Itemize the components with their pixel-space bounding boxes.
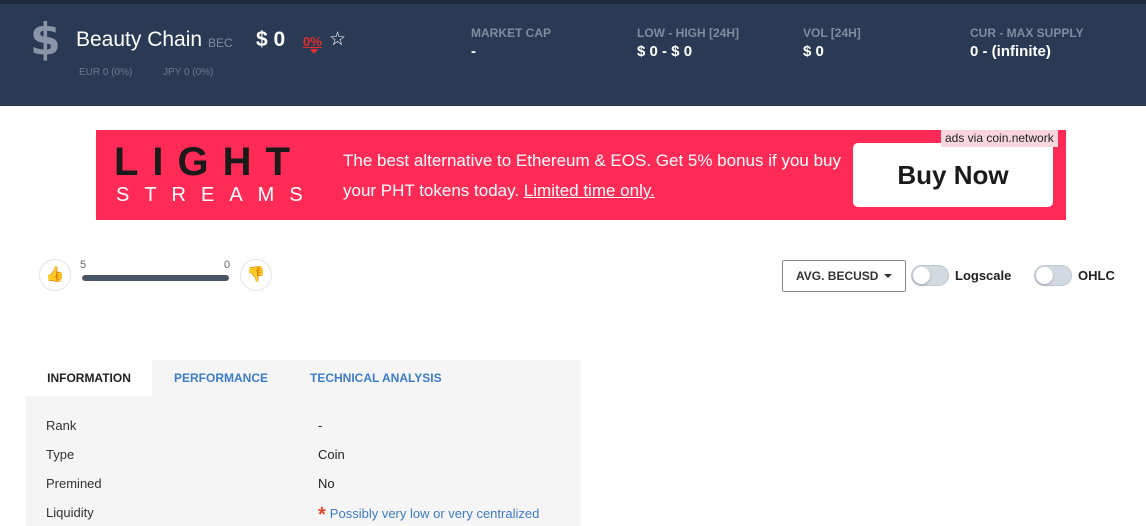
chevron-down-icon	[884, 274, 892, 278]
tab-information[interactable]: INFORMATION	[26, 360, 152, 396]
info-row-rank: Rank -	[26, 411, 581, 440]
information-panel: Rank - Type Coin Premined No Liquidity *…	[26, 396, 581, 526]
upvote-count: 5	[80, 259, 87, 271]
market-cap-label: MARKET CAP	[471, 26, 551, 40]
tab-performance[interactable]: PERFORMANCE	[174, 360, 268, 396]
ohlc-toggle[interactable]	[1034, 265, 1072, 286]
dollar-sign-icon: $	[30, 14, 61, 65]
info-value: * Possibly very low or very centralized	[318, 498, 539, 526]
toggle-knob	[1036, 267, 1053, 284]
ad-banner[interactable]: LIGHT STREAMS The best alternative to Et…	[96, 130, 1066, 220]
pair-select-value: AVG. BECUSD	[796, 269, 879, 283]
coin-price: $ 0	[256, 28, 286, 51]
info-value: -	[318, 418, 323, 433]
info-tabs: INFORMATION PERFORMANCE TECHNICAL ANALYS…	[26, 360, 581, 396]
volume-label: VOL [24H]	[803, 26, 861, 40]
ad-limited-time-link[interactable]: Limited time only.	[524, 181, 655, 200]
fx-eur-price: EUR 0 (0%)	[79, 67, 133, 78]
supply-value: 0 - (infinite)	[970, 43, 1051, 60]
info-value: Coin	[318, 447, 345, 462]
volume-value: $ 0	[803, 43, 824, 60]
header-top-border	[0, 0, 1146, 4]
tab-technical-analysis[interactable]: TECHNICAL ANALYSIS	[310, 360, 442, 396]
supply-label: CUR - MAX SUPPLY	[970, 26, 1084, 40]
ad-copy: The best alternative to Ethereum & EOS. …	[343, 146, 843, 206]
toggle-knob	[913, 267, 930, 284]
logscale-label: Logscale	[955, 268, 1012, 283]
ad-logo-wordmark-bottom: STREAMS	[116, 184, 318, 206]
pair-select-dropdown[interactable]: AVG. BECUSD	[782, 260, 906, 292]
ad-logo-wordmark-top: LIGHT	[114, 140, 304, 184]
ads-via-label[interactable]: ads via coin.network	[941, 130, 1058, 147]
vote-ratio-bar	[82, 275, 229, 281]
info-row-premined: Premined No	[26, 469, 581, 498]
info-row-type: Type Coin	[26, 440, 581, 469]
warning-asterisk-icon: *	[318, 504, 326, 526]
coin-symbol: BEC	[208, 36, 233, 50]
price-down-caret-icon	[310, 49, 318, 54]
logscale-toggle[interactable]	[911, 265, 949, 286]
info-row-liquidity: Liquidity * Possibly very low or very cen…	[26, 498, 581, 526]
price-change-percent: 0%	[303, 34, 322, 49]
ad-buy-now-button[interactable]: Buy Now	[853, 143, 1053, 207]
low-high-value: $ 0 - $ 0	[637, 43, 693, 60]
info-key: Premined	[46, 476, 102, 491]
info-key: Liquidity	[46, 505, 94, 520]
info-key: Rank	[46, 418, 77, 433]
fx-jpy-price: JPY 0 (0%)	[163, 67, 214, 78]
vote-ratio-fill	[82, 275, 229, 281]
downvote-count: 0	[224, 259, 231, 271]
star-outline-icon[interactable]: ☆	[329, 30, 346, 50]
market-cap-value: -	[471, 43, 476, 60]
liquidity-warning-link[interactable]: Possibly very low or very centralized	[330, 506, 540, 521]
low-high-label: LOW - HIGH [24H]	[637, 26, 739, 40]
info-key: Type	[46, 447, 75, 462]
coin-name: Beauty Chain	[76, 28, 203, 51]
info-value: No	[318, 476, 335, 491]
coin-header-bar: $ Beauty Chain BEC $ 0 0% ☆ EUR 0 (0%) J…	[0, 0, 1146, 106]
thumbs-up-icon[interactable]: 👍	[39, 259, 71, 291]
ohlc-label: OHLC	[1078, 268, 1115, 283]
thumbs-down-icon[interactable]: 👎	[240, 259, 272, 291]
